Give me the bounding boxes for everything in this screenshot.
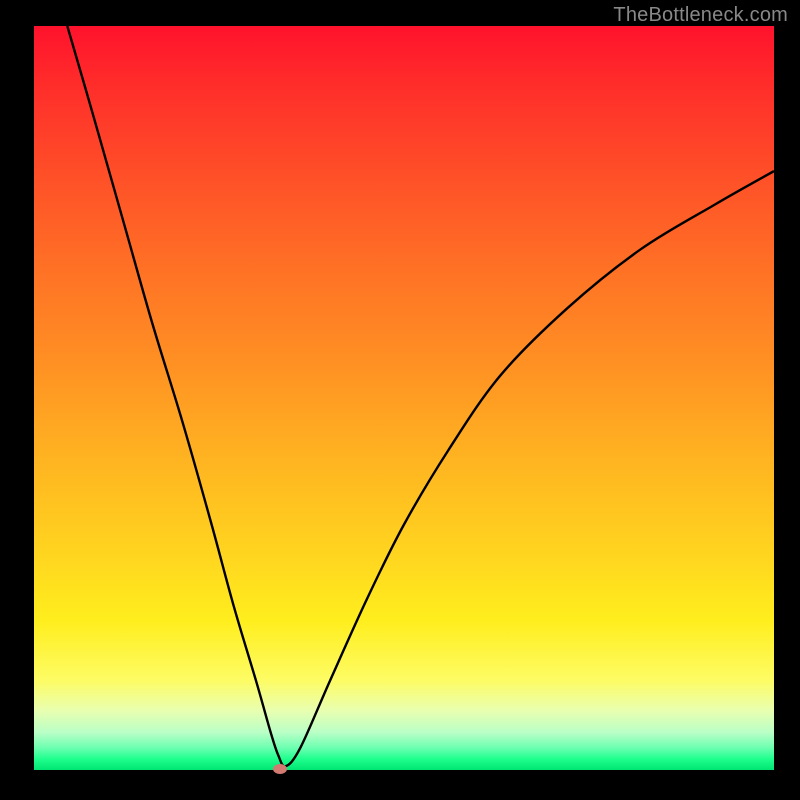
plot-area xyxy=(34,26,774,770)
chart-frame: TheBottleneck.com xyxy=(0,0,800,800)
watermark-text: TheBottleneck.com xyxy=(613,4,788,27)
min-point-marker xyxy=(273,764,287,774)
curve-svg xyxy=(34,26,774,770)
bottleneck-curve xyxy=(67,26,774,766)
